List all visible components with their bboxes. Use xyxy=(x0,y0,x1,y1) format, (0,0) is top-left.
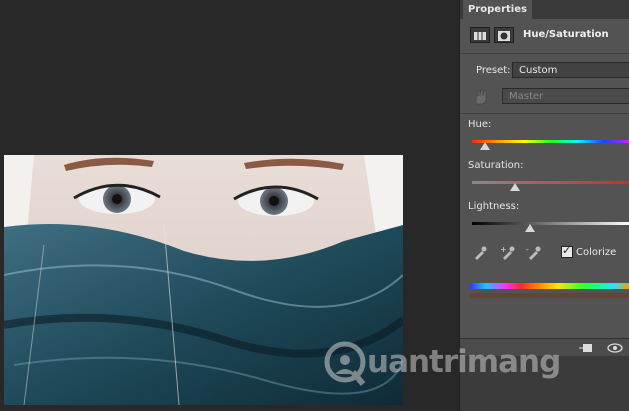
hand-targeted-adjustment-icon[interactable] xyxy=(472,88,488,106)
preset-dropdown[interactable]: Custom xyxy=(512,62,629,78)
input-color-bar xyxy=(470,283,629,289)
colorize-checkbox[interactable] xyxy=(561,244,573,258)
lightness-slider-track[interactable] xyxy=(472,222,629,225)
saturation-slider-track[interactable] xyxy=(472,181,629,184)
adjustment-title: Hue/Saturation xyxy=(523,29,609,40)
watermark: uantrimang xyxy=(323,334,563,394)
svg-text:-: - xyxy=(526,245,529,254)
eyedropper-icon[interactable] xyxy=(472,244,488,260)
divider xyxy=(460,113,629,114)
output-color-bar xyxy=(470,293,629,298)
tab-properties[interactable]: Properties xyxy=(463,0,532,19)
hue-slider-track[interactable] xyxy=(472,140,629,143)
grid-icon xyxy=(474,32,486,40)
hue-label: Hue: xyxy=(468,119,492,130)
divider xyxy=(460,53,629,54)
saturation-label: Saturation: xyxy=(468,160,524,171)
preset-label: Preset: xyxy=(476,65,511,76)
channel-dropdown[interactable]: Master xyxy=(502,88,629,104)
panel-tab-bar: Properties xyxy=(460,0,629,19)
watermark-logo-icon xyxy=(324,341,366,386)
adjustment-layer-icon[interactable] xyxy=(470,27,490,43)
saturation-slider-thumb[interactable] xyxy=(509,183,520,191)
circle-mask-icon xyxy=(498,31,510,41)
mask-icon[interactable] xyxy=(494,27,514,43)
eyedropper-minus-icon[interactable]: - xyxy=(526,244,542,260)
colorize-label: Colorize xyxy=(576,247,617,258)
lightness-label: Lightness: xyxy=(468,201,520,212)
lightness-slider-thumb[interactable] xyxy=(525,224,536,232)
hue-slider-thumb[interactable] xyxy=(479,142,490,150)
clip-to-layer-icon[interactable] xyxy=(578,341,594,355)
visibility-eye-icon[interactable] xyxy=(606,341,624,355)
svg-text:+: + xyxy=(500,245,507,254)
watermark-text: uantrimang xyxy=(367,344,561,380)
eyedropper-plus-icon[interactable]: + xyxy=(500,244,516,260)
